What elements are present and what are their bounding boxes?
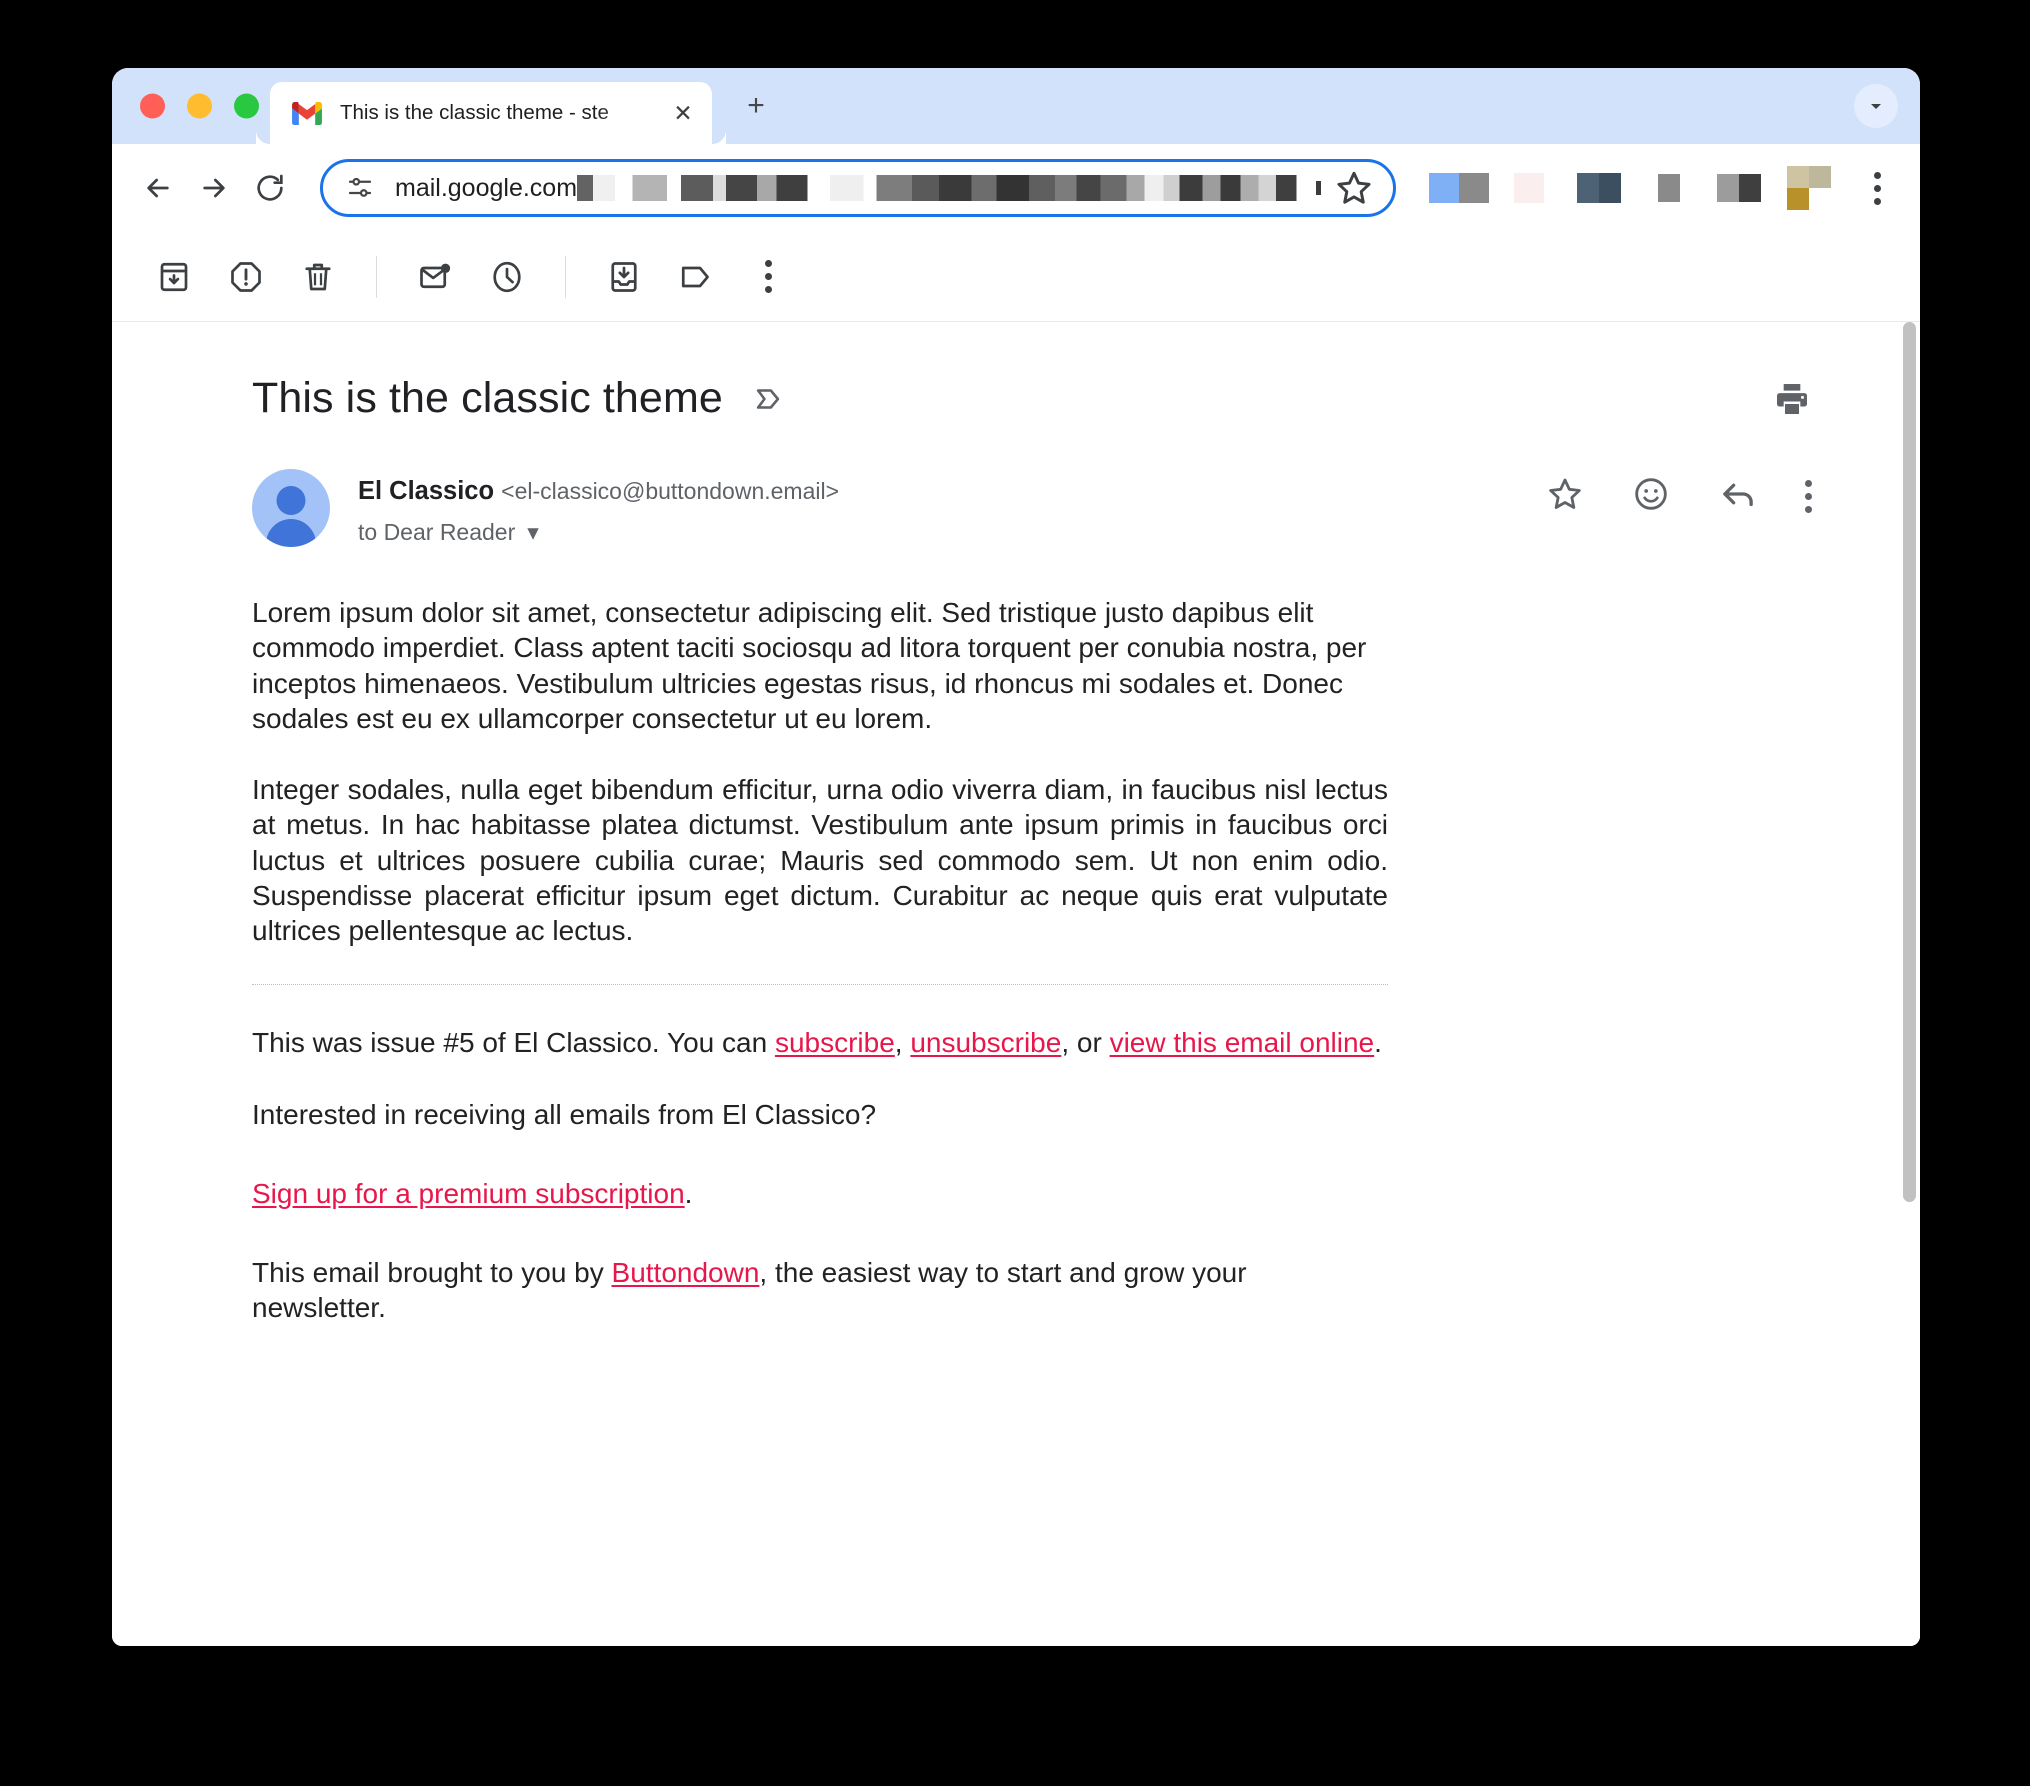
site-settings-tune-icon[interactable] [345, 173, 375, 203]
forward-button[interactable] [186, 160, 242, 216]
reply-arrow-icon[interactable] [1717, 473, 1759, 520]
browser-window: This is the classic theme - ste ✕ + mail… [112, 68, 1920, 1646]
email-body: Lorem ipsum dolor sit amet, consectetur … [112, 547, 1492, 1326]
extension-icon-3[interactable] [1564, 160, 1634, 216]
url-redacted-region [577, 175, 1308, 201]
url-text: mail.google.com [395, 173, 578, 202]
print-icon[interactable] [1772, 379, 1812, 419]
issue-sep-2: , or [1061, 1027, 1110, 1059]
premium-paragraph: Sign up for a premium subscription. [252, 1176, 1388, 1211]
footer-divider [252, 984, 1388, 986]
message-actions [1545, 469, 1812, 520]
extension-icon-4[interactable] [1634, 160, 1704, 216]
inbox-chevron-icon[interactable] [751, 382, 785, 416]
mark-unread-icon[interactable] [399, 241, 471, 313]
issue-suffix: . [1374, 1027, 1382, 1059]
close-tab-button[interactable]: ✕ [668, 98, 698, 128]
sender-line: El Classico <el-classico@buttondown.emai… [358, 475, 839, 509]
reload-button[interactable] [242, 160, 298, 216]
body-paragraph-1: Lorem ipsum dolor sit amet, consectetur … [252, 597, 1367, 734]
snooze-clock-icon[interactable] [471, 241, 543, 313]
toolbar-divider-1 [376, 255, 377, 298]
recipient-label: to Dear Reader [358, 518, 516, 545]
toolbar-three-dot-menu-icon[interactable] [732, 241, 804, 313]
tab-search-chevron-down-icon[interactable] [1854, 84, 1898, 128]
report-spam-icon[interactable] [210, 241, 282, 313]
premium-subscription-link[interactable]: Sign up for a premium subscription [252, 1178, 685, 1209]
gmail-message-pane: This is the classic theme El Classico <e… [112, 232, 1920, 1646]
toolbar-divider-2 [565, 255, 566, 298]
tab-strip: This is the classic theme - ste ✕ + [112, 68, 1920, 144]
unsubscribe-link[interactable]: unsubscribe [910, 1027, 1061, 1058]
window-traffic-lights [140, 93, 259, 119]
maximize-window-button[interactable] [234, 93, 259, 119]
move-to-inbox-icon[interactable] [588, 241, 660, 313]
message-three-dot-menu-icon[interactable] [1805, 480, 1812, 513]
extension-icon-2[interactable] [1494, 160, 1564, 216]
emoji-smile-icon[interactable] [1631, 474, 1671, 519]
close-window-button[interactable] [140, 93, 165, 119]
brought-prefix-text: This email brought to you by [252, 1257, 612, 1289]
tab-title: This is the classic theme - ste [340, 101, 609, 124]
premium-suffix: . [684, 1177, 693, 1209]
view-online-link[interactable]: view this email online [1110, 1027, 1375, 1058]
archive-icon[interactable] [138, 241, 210, 313]
issue-footer-paragraph: This was issue #5 of El Classico. You ca… [252, 1025, 1388, 1060]
minimize-window-button[interactable] [187, 93, 212, 119]
new-tab-button[interactable]: + [737, 87, 775, 125]
sender-row: El Classico <el-classico@buttondown.emai… [112, 423, 1898, 547]
avatar [252, 469, 330, 547]
gmail-action-toolbar [112, 232, 1920, 322]
text-caret [1316, 181, 1321, 195]
recipient-chevron-down-icon[interactable]: ▾ [527, 519, 539, 546]
issue-sep-1: , [894, 1027, 911, 1059]
sender-meta: El Classico <el-classico@buttondown.emai… [358, 469, 839, 546]
subscribe-link[interactable]: subscribe [775, 1027, 895, 1058]
label-icon[interactable] [660, 241, 732, 313]
scrollbar-track[interactable] [1898, 322, 1920, 1646]
body-paragraph-2: Integer sodales, nulla eget bibendum eff… [252, 774, 1388, 947]
page-title: This is the classic theme [252, 374, 723, 422]
extension-icon-5[interactable] [1704, 160, 1774, 216]
buttondown-link[interactable]: Buttondown [612, 1257, 760, 1288]
issue-prefix-text: This was issue #5 of El Classico. You ca… [252, 1027, 775, 1059]
scrollbar-thumb[interactable] [1903, 322, 1916, 1202]
browser-toolbar: mail.google.com [112, 144, 1920, 232]
address-bar[interactable]: mail.google.com [320, 159, 1396, 217]
browser-tab[interactable]: This is the classic theme - ste ✕ [270, 82, 726, 144]
back-button[interactable] [130, 160, 186, 216]
recipient-line[interactable]: to Dear Reader ▾ [358, 519, 839, 546]
message-scroll-area: This is the classic theme El Classico <e… [112, 322, 1920, 1646]
gmail-icon [292, 100, 322, 125]
browser-menu-three-dot-icon[interactable] [1852, 160, 1902, 216]
interested-paragraph: Interested in receiving all emails from … [252, 1098, 877, 1130]
sender-email: <el-classico@buttondown.email> [501, 478, 840, 504]
sender-name: El Classico [358, 477, 495, 505]
brought-by-paragraph: This email brought to you by Buttondown,… [252, 1255, 1388, 1326]
bookmark-star-icon[interactable] [1333, 167, 1375, 209]
extensions-area [1424, 160, 1844, 216]
trash-icon[interactable] [282, 241, 354, 313]
subject-row: This is the classic theme [112, 322, 1898, 423]
star-icon[interactable] [1545, 474, 1585, 519]
extension-icon-6[interactable] [1774, 160, 1844, 216]
extension-icon-1[interactable] [1424, 160, 1494, 216]
